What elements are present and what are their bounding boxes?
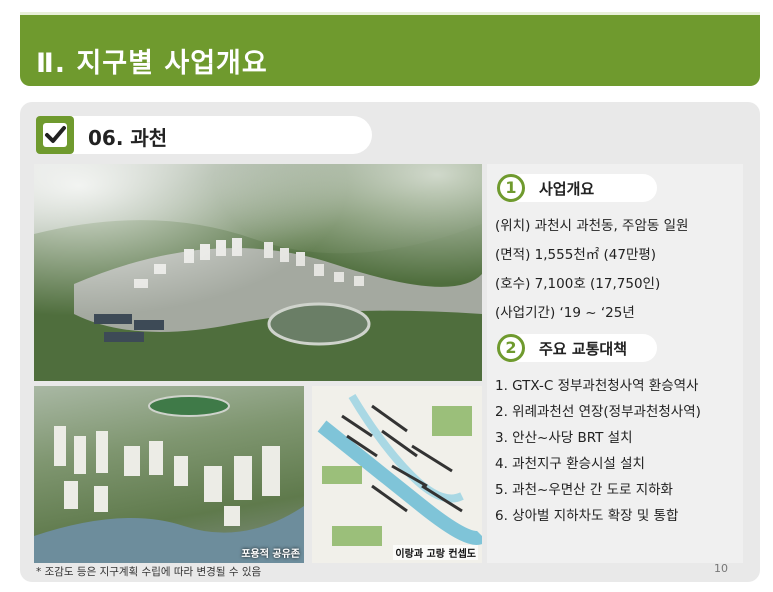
overview-label: 사업개요	[539, 180, 595, 198]
check-icon	[36, 116, 74, 154]
transport-item-6: 6. 상아벌 지하차도 확장 및 통합	[495, 508, 679, 524]
transport-item-3: 3. 안산~사당 BRT 설치	[495, 430, 633, 446]
page-title: Ⅱ. 지구별 사업개요	[36, 48, 268, 79]
left-image-caption: 포용적 공유존	[241, 549, 300, 560]
overview-heading: 1 사업개요	[497, 174, 657, 202]
info-panel: 1 사업개요 (위치) 과천시 과천동, 주암동 일원 (면적) 1,555천㎡…	[487, 164, 743, 563]
section-header: 06. 과천	[36, 116, 372, 154]
overview-line-units: (호수) 7,100호 (17,750인)	[495, 276, 661, 292]
concept-plan-image: 이랑과 고랑 컨셉도	[312, 386, 482, 563]
footnote: * 조감도 등은 지구계획 수립에 따라 변경될 수 있음	[36, 566, 262, 578]
housing-rendering-image: 포용적 공유존	[34, 386, 304, 563]
transport-item-2: 2. 위례과천선 연장(정부과천청사역)	[495, 404, 701, 420]
right-image-caption: 이랑과 고랑 컨셉도	[393, 545, 478, 560]
number-badge-1: 1	[497, 174, 525, 202]
transport-label: 주요 교통대책	[539, 340, 628, 358]
aerial-rendering-image	[34, 164, 482, 381]
transport-item-1: 1. GTX-C 정부과천청사역 환승역사	[495, 378, 699, 394]
title-bar: Ⅱ. 지구별 사업개요	[20, 12, 760, 86]
transport-item-4: 4. 과천지구 환승시설 설치	[495, 456, 645, 472]
transport-heading: 2 주요 교통대책	[497, 334, 657, 362]
content-panel: 06. 과천 포용적 공유존 이랑과 고랑 컨셉도 1 사업개요 (위치) 과천…	[20, 102, 760, 582]
page-number: 10	[714, 562, 728, 575]
overview-line-area: (면적) 1,555천㎡ (47만평)	[495, 247, 657, 263]
overview-line-location: (위치) 과천시 과천동, 주암동 일원	[495, 218, 689, 234]
number-badge-2: 2	[497, 334, 525, 362]
section-title: 06. 과천	[88, 126, 168, 150]
transport-item-5: 5. 과천~우면산 간 도로 지하화	[495, 482, 673, 498]
overview-line-period: (사업기간) ‘19 ~ ‘25년	[495, 305, 635, 321]
